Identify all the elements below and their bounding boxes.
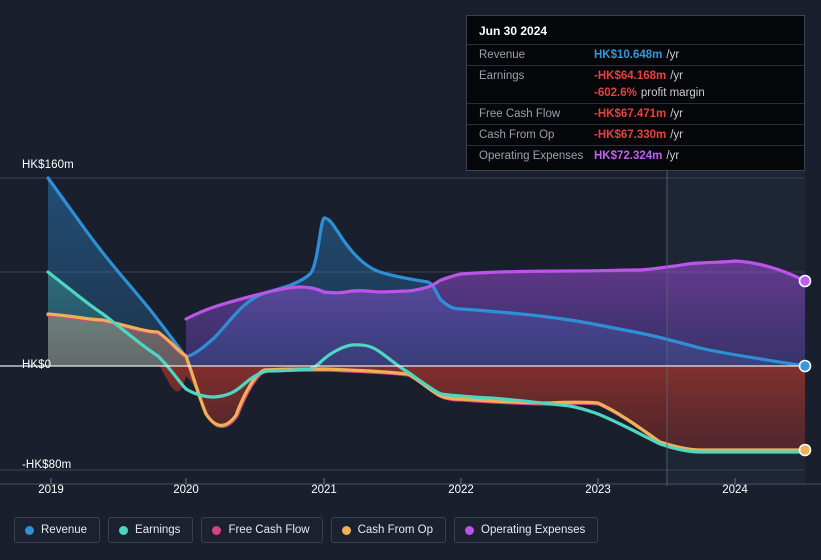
legend-color-dot-icon <box>25 525 34 535</box>
y-axis-label-zero: HK$0 <box>22 359 52 371</box>
tooltip-row-unit: /yr <box>670 70 684 82</box>
legend-item-label: Free Cash Flow <box>228 524 310 536</box>
x-axis-tick-label: 2022 <box>448 484 474 496</box>
legend-color-dot-icon <box>212 525 222 535</box>
tooltip-row-unit: /yr <box>670 108 684 120</box>
tooltip-row: Free Cash Flow -HK$67.471m/yr <box>467 103 804 124</box>
tooltip-row-value: -HK$64.168m <box>594 70 667 82</box>
tooltip-row-unit: /yr <box>670 129 684 141</box>
tooltip-row-label: Revenue <box>479 49 526 61</box>
legend-item-operating-expenses[interactable]: Operating Expenses <box>454 517 599 543</box>
legend-item-label: Revenue <box>41 524 88 536</box>
legend-item-free-cash-flow[interactable]: Free Cash Flow <box>201 517 323 543</box>
legend-color-dot-icon <box>341 525 351 535</box>
tooltip-row-unit: profit margin <box>640 87 705 99</box>
chart-legend: Revenue Earnings Free Cash Flow Cash From O… <box>14 517 599 543</box>
financial-performance-chart: HK$160m HK$0 -HK$80m 2019 2020 2021 2022 202… <box>0 0 821 560</box>
tooltip-row-unit: /yr <box>666 49 680 61</box>
x-axis-tick-label: 2024 <box>722 484 748 496</box>
x-axis: 2019 2020 2021 2022 2023 2024 <box>0 484 821 502</box>
y-axis-label-max: HK$160m <box>22 159 74 171</box>
legend-item-label: Earnings <box>135 524 181 536</box>
tooltip-row-unit: /yr <box>666 150 680 162</box>
tooltip-row-label: Cash From Op <box>479 129 555 141</box>
x-axis-tick-label: 2021 <box>311 484 337 496</box>
legend-color-dot-icon <box>119 525 129 535</box>
y-axis-label-min: -HK$80m <box>22 459 72 471</box>
legend-item-revenue[interactable]: Revenue <box>14 517 101 543</box>
tooltip-row-value: HK$72.324m <box>594 150 663 162</box>
tooltip-row: Revenue HK$10.648m/yr <box>467 44 804 65</box>
tooltip-row-value: -602.6% <box>594 87 637 99</box>
data-tooltip: Jun 30 2024 Revenue HK$10.648m/yr Earnings… <box>466 15 805 171</box>
tooltip-date: Jun 30 2024 <box>479 24 548 38</box>
tooltip-rows: Revenue HK$10.648m/yr Earnings -HK$64.168m /… <box>467 44 804 166</box>
tooltip-row-value: -HK$67.330m <box>594 129 667 141</box>
tooltip-row: -602.6% profit margin <box>467 86 804 103</box>
tooltip-row-label: Operating Expenses <box>479 150 584 162</box>
x-axis-tick-label: 2020 <box>173 484 199 496</box>
tooltip-row-label: Free Cash Flow <box>479 108 561 120</box>
tooltip-row: Cash From Op -HK$67.330m/yr <box>467 124 804 145</box>
tooltip-row: Earnings -HK$64.168m/yr <box>467 65 804 86</box>
tooltip-row-label: Earnings <box>479 70 525 82</box>
tooltip-row-value: -HK$67.471m <box>594 108 667 120</box>
legend-item-cash-from-op[interactable]: Cash From Op <box>330 517 447 543</box>
tooltip-row: Operating Expenses HK$72.324m/yr <box>467 145 804 166</box>
legend-item-earnings[interactable]: Earnings <box>108 517 194 543</box>
legend-color-dot-icon <box>465 525 475 535</box>
tooltip-row-value: HK$10.648m <box>594 49 663 61</box>
legend-item-label: Cash From Op <box>357 524 434 536</box>
x-axis-tick-label: 2023 <box>585 484 611 496</box>
x-axis-tick-label: 2019 <box>38 484 64 496</box>
legend-item-label: Operating Expenses <box>481 524 586 536</box>
